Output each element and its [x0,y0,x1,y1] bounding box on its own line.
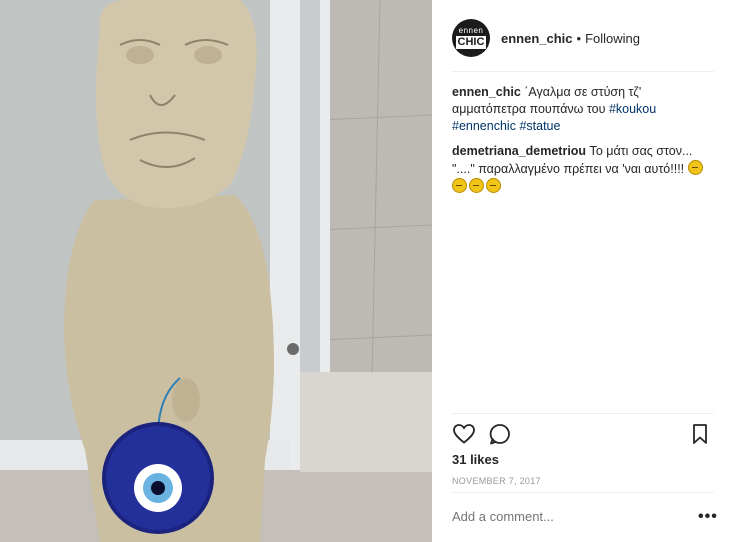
heart-icon [453,424,475,444]
grinning-face-emoji-icon [452,178,467,193]
statue-photo-illustration [0,0,432,542]
comments-list: ennen_chic ΄Αγαλμα σε στύση τζ' αμματόπε… [452,84,714,204]
caption-username-link[interactable]: ennen_chic [452,85,521,99]
likes-count[interactable]: 31 likes [452,452,499,467]
save-button[interactable] [688,422,714,448]
comment-icon [489,424,510,445]
following-button[interactable]: Following [585,31,640,46]
instagram-post: ennen CHIC ennen_chic • Following ennen_ch… [0,0,734,542]
avatar-logo-line2: CHIC [455,36,487,49]
hashtag-ennenchic[interactable]: #ennenchic [452,119,516,133]
header-username-link[interactable]: ennen_chic [501,31,573,46]
divider [452,71,714,72]
action-bar [452,422,714,448]
post-photo[interactable] [0,0,432,542]
avatar[interactable]: ennen CHIC [452,19,490,57]
bookmark-icon [693,424,707,444]
post-date[interactable]: NOVEMBER 7, 2017 [452,476,541,486]
more-options-button[interactable]: ••• [698,508,718,526]
hashtag-statue[interactable]: #statue [519,119,560,133]
divider [452,492,714,493]
divider [452,413,714,414]
caption: ennen_chic ΄Αγαλμα σε στύση τζ' αμματόπε… [452,84,714,135]
header-user-info: ennen_chic • Following [501,31,640,46]
grinning-face-emoji-icon [486,178,501,193]
hashtag-koukou[interactable]: #koukou [609,102,656,116]
comment-username-link[interactable]: demetriana_demetriou [452,144,586,158]
avatar-logo-line1: ennen [458,26,484,35]
comment-button[interactable] [488,422,514,448]
post-sidebar: ennen CHIC ennen_chic • Following ennen_ch… [432,0,734,542]
grinning-face-emoji-icon [469,178,484,193]
like-button[interactable] [452,422,478,448]
post-header: ennen CHIC ennen_chic • Following [452,18,714,58]
grinning-face-emoji-icon [687,160,703,175]
comment-item: demetriana_demetriou Το μάτι σας στον...… [452,143,714,196]
add-comment-input[interactable] [452,509,682,524]
header-separator: • [576,30,582,46]
